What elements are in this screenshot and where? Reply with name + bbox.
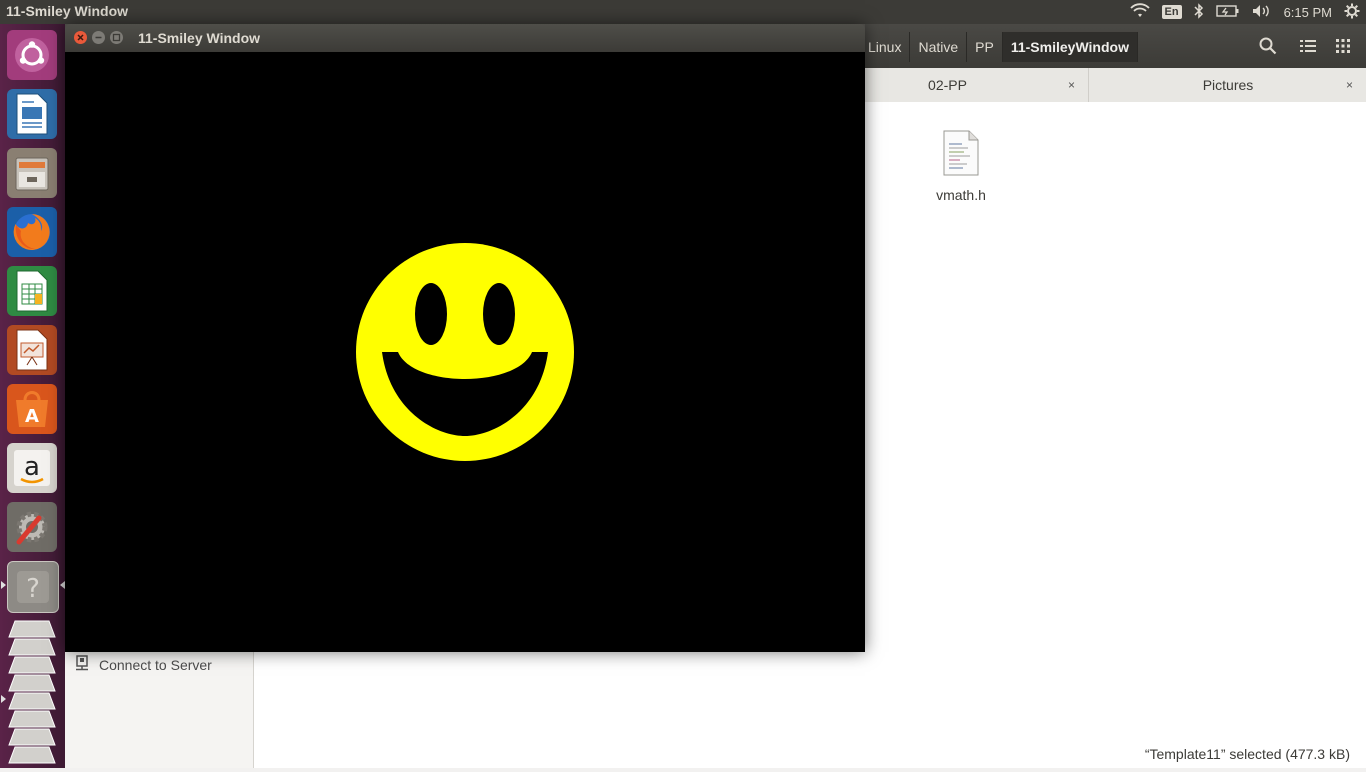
breadcrumb-pp[interactable]: PP xyxy=(967,32,1003,62)
firefox-icon[interactable] xyxy=(7,207,57,257)
breadcrumb: Linux Native PP 11-SmileyWindow xyxy=(860,32,1138,62)
libreoffice-impress-icon[interactable] xyxy=(7,325,57,375)
file-manager-icon[interactable] xyxy=(7,148,57,198)
search-icon[interactable] xyxy=(1255,33,1281,59)
tab-label: 02-PP xyxy=(928,77,967,93)
minimize-window-icon[interactable] xyxy=(92,31,105,44)
status-bar: “Template11” selected (477.3 kB) xyxy=(1144,746,1350,762)
top-panel: 11-Smiley Window En 6:15 PM xyxy=(0,0,1366,24)
ubuntu-software-icon[interactable]: A xyxy=(7,384,57,434)
battery-icon[interactable] xyxy=(1215,4,1240,21)
system-tray: En 6:15 PM xyxy=(1129,2,1360,22)
file-name: vmath.h xyxy=(936,187,986,203)
active-window-title: 11-Smiley Window xyxy=(6,3,129,19)
libreoffice-calc-icon[interactable] xyxy=(7,266,57,316)
workspace-switcher-icon[interactable] xyxy=(7,617,57,767)
list-view-icon[interactable] xyxy=(1295,33,1321,59)
breadcrumb-11-smileywindow[interactable]: 11-SmileyWindow xyxy=(1002,32,1138,62)
window-titlebar[interactable]: 11-Smiley Window xyxy=(65,24,865,52)
grid-view-icon[interactable] xyxy=(1330,33,1356,59)
smiley-right-eye xyxy=(483,283,515,345)
tab-label: Pictures xyxy=(1202,77,1254,93)
text-file-icon xyxy=(942,130,980,180)
window-title: 11-Smiley Window xyxy=(138,30,261,46)
help-running-indicator xyxy=(1,581,6,589)
libreoffice-writer-icon[interactable] xyxy=(7,89,57,139)
system-settings-icon[interactable] xyxy=(7,502,57,552)
file-item[interactable]: vmath.h xyxy=(931,130,991,203)
help-icon[interactable]: ? xyxy=(7,561,59,613)
close-window-icon[interactable] xyxy=(74,31,87,44)
bluetooth-icon[interactable] xyxy=(1194,2,1204,22)
svg-text:A: A xyxy=(25,406,39,427)
workspace-indicator xyxy=(1,695,6,703)
gear-icon[interactable] xyxy=(1344,3,1360,22)
network-server-icon xyxy=(75,655,89,674)
amazon-icon[interactable]: a xyxy=(7,443,57,493)
launcher: A a ? xyxy=(0,24,65,768)
maximize-window-icon[interactable] xyxy=(110,31,123,44)
smiley-face xyxy=(356,243,574,461)
clock[interactable]: 6:15 PM xyxy=(1284,5,1332,20)
svg-text:a: a xyxy=(24,452,40,482)
smiley-left-eye xyxy=(415,283,447,345)
sidebar-item-label: Connect to Server xyxy=(99,656,212,673)
wifi-icon[interactable] xyxy=(1129,2,1150,22)
sidebar-item-connect-to-server[interactable]: Connect to Server xyxy=(75,655,212,674)
breadcrumb-native[interactable]: Native xyxy=(910,32,968,62)
close-icon[interactable]: × xyxy=(1068,78,1075,92)
ubuntu-dash-icon[interactable] xyxy=(7,30,57,80)
sidebar: Connect to Server xyxy=(65,647,254,768)
svg-text:?: ? xyxy=(26,574,40,604)
volume-icon[interactable] xyxy=(1252,4,1272,21)
smiley-window: 11-Smiley Window xyxy=(65,24,865,652)
tab-pictures[interactable]: Pictures × xyxy=(1088,68,1366,102)
breadcrumb-linux[interactable]: Linux xyxy=(860,32,911,62)
keyboard-layout-indicator[interactable]: En xyxy=(1161,5,1182,19)
close-icon[interactable]: × xyxy=(1346,78,1353,92)
render-canvas xyxy=(65,52,865,652)
